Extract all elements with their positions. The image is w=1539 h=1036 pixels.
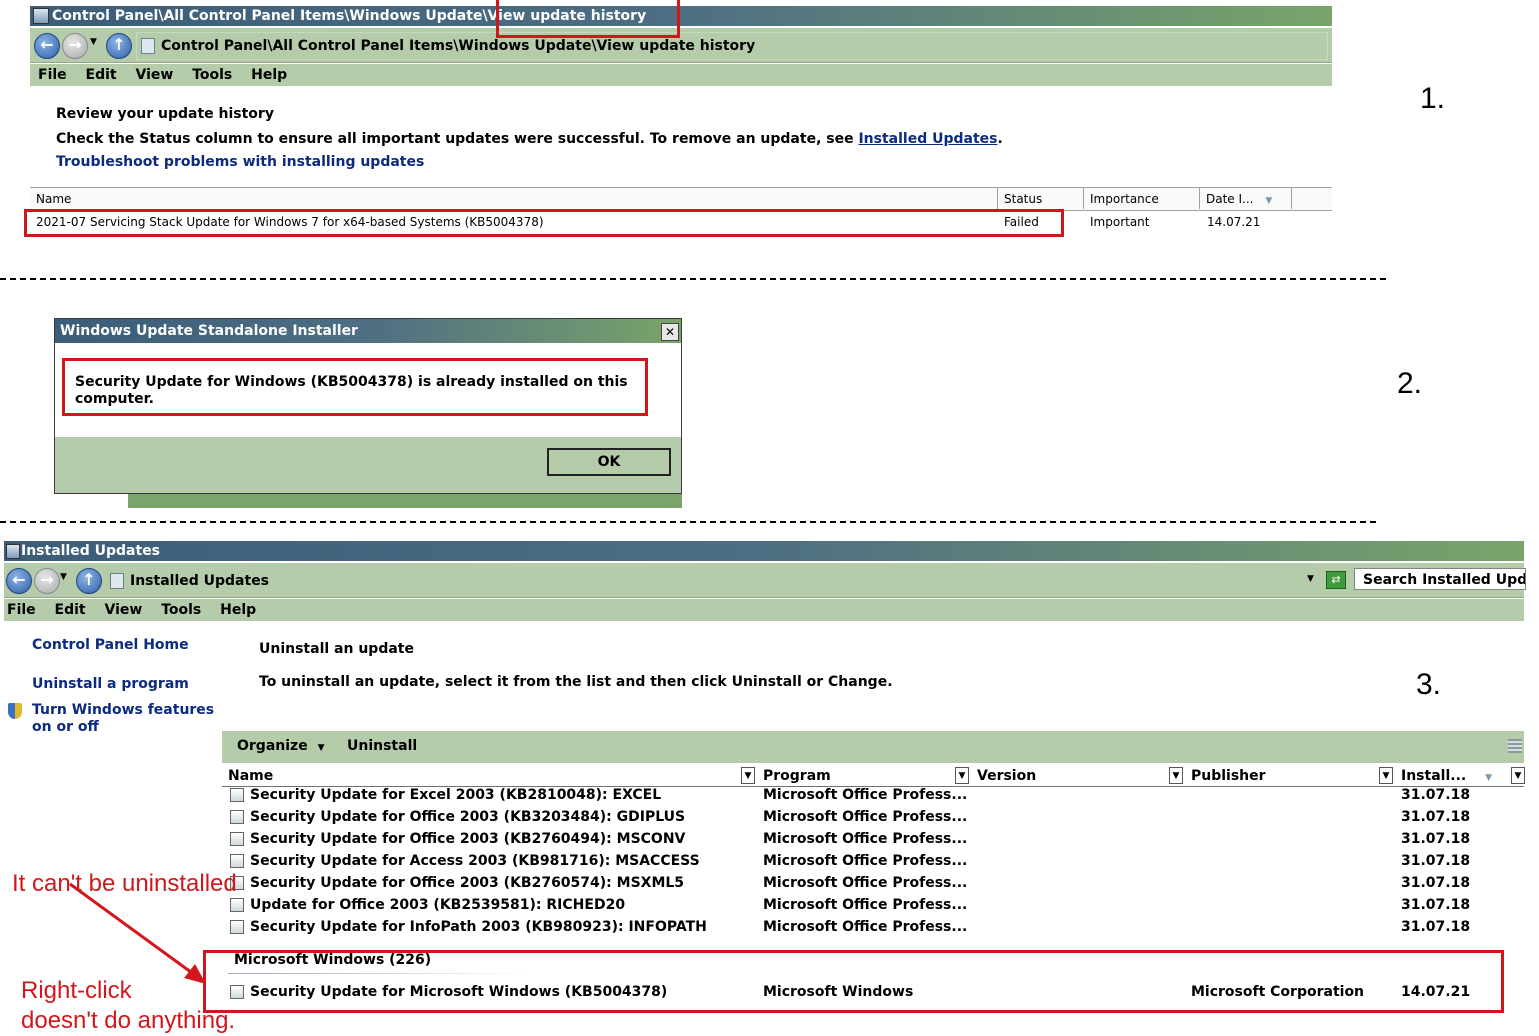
annotation-arrow xyxy=(69,882,206,984)
annotation-right-click: Right-click doesn't do anything. xyxy=(21,976,235,1036)
right-click-line-2: doesn't do anything. xyxy=(21,1007,236,1034)
right-click-line-1: Right-click xyxy=(21,977,132,1004)
